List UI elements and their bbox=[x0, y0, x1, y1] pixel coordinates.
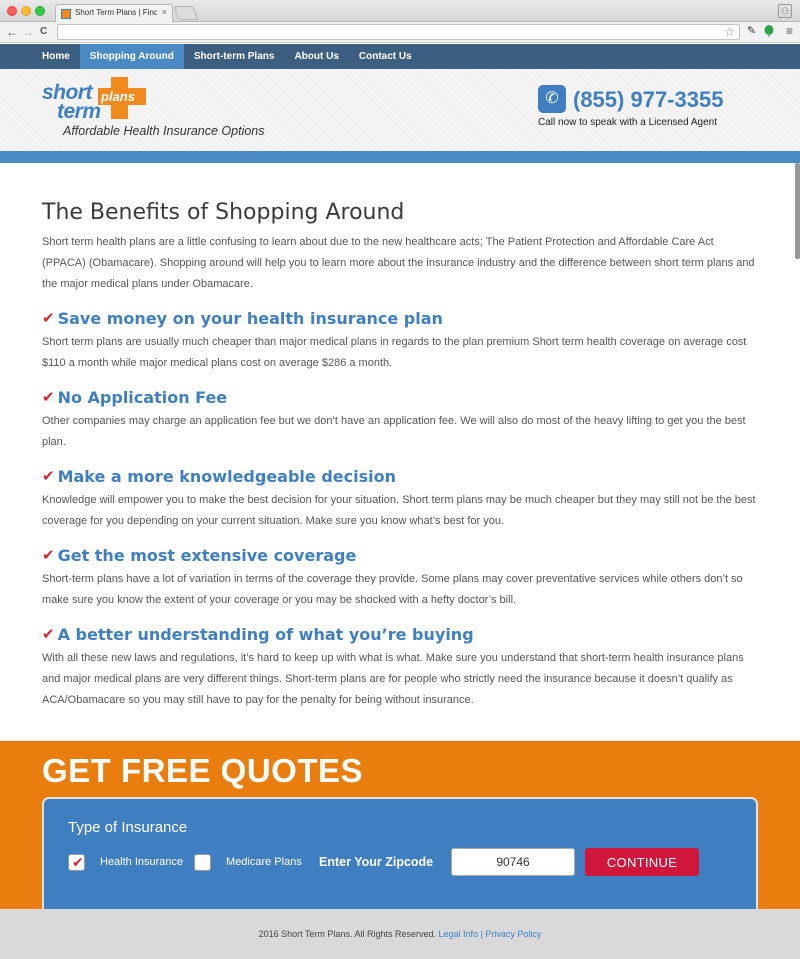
medicare-plans-checkbox[interactable] bbox=[194, 854, 211, 871]
browser-menu-icon[interactable]: ≡ bbox=[786, 24, 793, 38]
footer-separator: | bbox=[480, 929, 483, 939]
checkmark-icon: ✔ bbox=[42, 310, 55, 327]
site-navigation: Home Shopping Around Short-term Plans Ab… bbox=[0, 44, 800, 69]
insurance-type-label: Type of Insurance bbox=[68, 819, 188, 836]
site-footer: 2016 Short Term Plans. All Rights Reserv… bbox=[0, 909, 800, 959]
checkmark-icon: ✔ bbox=[42, 468, 55, 485]
health-insurance-checkbox[interactable]: ✔ bbox=[68, 854, 85, 871]
close-window-button[interactable] bbox=[7, 6, 17, 16]
extension-pen-icon[interactable]: ✎ bbox=[746, 25, 757, 37]
logo-word-plans: plans bbox=[101, 89, 135, 104]
tab-close-icon[interactable]: × bbox=[162, 7, 167, 17]
benefit-title: A better understanding of what you’re bu… bbox=[57, 625, 474, 644]
browser-titlebar: Short Term Plans | Find the × ⚇ bbox=[0, 0, 800, 22]
benefit-title: Save money on your health insurance plan bbox=[57, 309, 443, 328]
reload-icon[interactable]: C bbox=[40, 25, 47, 39]
quote-form: Type of Insurance ✔ Health Insurance Med… bbox=[42, 797, 758, 909]
footer-text: 2016 Short Term Plans. All Rights Reserv… bbox=[0, 929, 800, 939]
benefit-title: Make a more knowledgeable decision bbox=[57, 467, 396, 486]
phone-contact: ✆ (855) 977-3355 Call now to speak with … bbox=[538, 85, 768, 135]
free-quotes-section: GET FREE QUOTES Type of Insurance ✔ Heal… bbox=[0, 741, 800, 909]
header-divider bbox=[0, 151, 800, 163]
zoom-window-button[interactable] bbox=[35, 6, 45, 16]
main-content: The Benefits of Shopping Around Short te… bbox=[42, 198, 758, 711]
favicon-icon bbox=[61, 9, 71, 19]
benefit-heading: ✔ Make a more knowledgeable decision bbox=[42, 465, 758, 489]
profile-icon[interactable]: ⚇ bbox=[778, 4, 792, 18]
phone-caption: Call now to speak with a Licensed Agent bbox=[538, 117, 717, 128]
checkmark-icon: ✔ bbox=[72, 854, 84, 870]
benefit-heading: ✔ A better understanding of what you’re … bbox=[42, 623, 758, 647]
bookmark-star-icon[interactable]: ☆ bbox=[724, 25, 735, 40]
phone-icon: ✆ bbox=[538, 85, 566, 113]
benefit-heading: ✔ No Application Fee bbox=[42, 386, 758, 410]
medicare-plans-label[interactable]: Medicare Plans bbox=[226, 856, 302, 868]
intro-paragraph: Short term health plans are a little con… bbox=[42, 236, 755, 290]
browser-toolbar: ← → C ☆ ✎ ≡ bbox=[0, 22, 800, 43]
site-logo[interactable]: short plans term Affordable Health Insur… bbox=[42, 77, 282, 145]
extension-leaf-icon[interactable] bbox=[763, 25, 774, 37]
nav-shopping-around[interactable]: Shopping Around bbox=[79, 44, 184, 69]
address-bar[interactable]: ☆ bbox=[57, 24, 740, 40]
benefit-title: Get the most extensive coverage bbox=[57, 546, 357, 565]
logo-tagline: Affordable Health Insurance Options bbox=[63, 124, 265, 138]
benefit-title: No Application Fee bbox=[57, 388, 228, 407]
legal-info-link[interactable]: Legal Info bbox=[439, 929, 479, 939]
benefit-text: Knowledge will empower you to make the b… bbox=[42, 494, 756, 527]
nav-short-term-plans[interactable]: Short-term Plans bbox=[184, 44, 285, 69]
continue-button[interactable]: CONTINUE bbox=[585, 848, 699, 876]
page-scrollbar[interactable] bbox=[795, 163, 800, 259]
benefit-text: Other companies may charge an applicatio… bbox=[42, 415, 746, 448]
benefit-text: Short term plans are usually much cheape… bbox=[42, 336, 747, 369]
checkmark-icon: ✔ bbox=[42, 626, 55, 643]
benefit-text: With all these new laws and regulations,… bbox=[42, 652, 744, 706]
copyright-text: 2016 Short Term Plans. All Rights Reserv… bbox=[258, 929, 436, 939]
back-icon[interactable]: ← bbox=[6, 25, 18, 39]
browser-tab[interactable]: Short Term Plans | Find the × bbox=[55, 4, 173, 22]
page-title: The Benefits of Shopping Around bbox=[42, 200, 405, 225]
site-header: short plans term Affordable Health Insur… bbox=[0, 69, 800, 151]
logo-word-term: term bbox=[57, 100, 101, 123]
quotes-title: GET FREE QUOTES bbox=[42, 752, 364, 789]
zipcode-input[interactable] bbox=[451, 848, 575, 876]
minimize-window-button[interactable] bbox=[21, 6, 31, 16]
nav-about-us[interactable]: About Us bbox=[284, 44, 348, 69]
zipcode-label: Enter Your Zipcode bbox=[319, 855, 434, 869]
tab-title: Short Term Plans | Find the bbox=[75, 8, 157, 17]
new-tab-button[interactable] bbox=[173, 6, 199, 20]
benefit-text: Short-term plans have a lot of variation… bbox=[42, 573, 743, 606]
nav-contact-us[interactable]: Contact Us bbox=[349, 44, 422, 69]
privacy-policy-link[interactable]: Privacy Policy bbox=[485, 929, 541, 939]
checkmark-icon: ✔ bbox=[42, 389, 55, 406]
checkmark-icon: ✔ bbox=[42, 547, 55, 564]
phone-number[interactable]: (855) 977-3355 bbox=[573, 87, 723, 113]
health-insurance-label[interactable]: Health Insurance bbox=[100, 856, 183, 868]
nav-home[interactable]: Home bbox=[32, 44, 80, 69]
benefit-heading: ✔ Get the most extensive coverage bbox=[42, 544, 758, 568]
forward-icon[interactable]: → bbox=[22, 25, 34, 39]
benefit-heading: ✔ Save money on your health insurance pl… bbox=[42, 307, 758, 331]
